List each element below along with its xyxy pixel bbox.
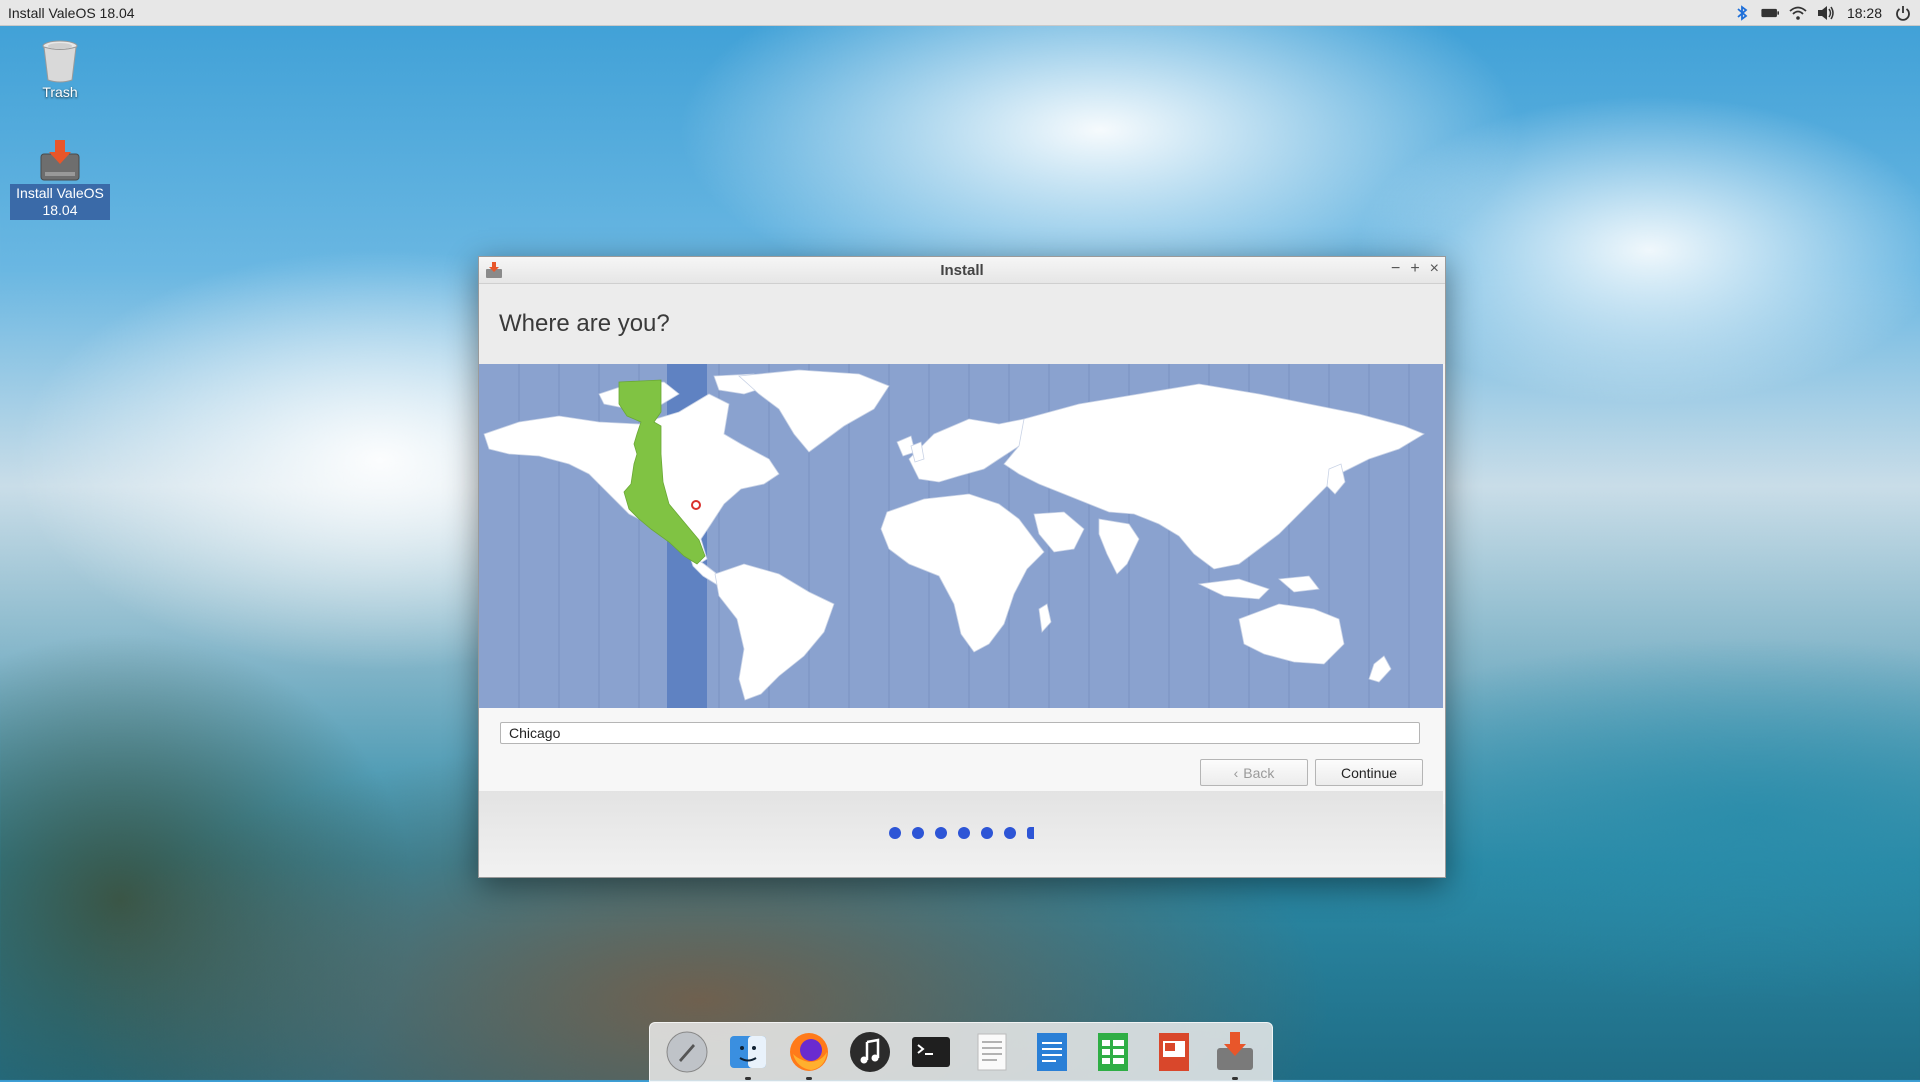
dock: [649, 1022, 1273, 1082]
chevron-left-icon: ‹: [1233, 764, 1239, 781]
continue-button[interactable]: Continue: [1315, 759, 1423, 786]
installer-window: Install − + × Where are you? Chicago ‹ B…: [478, 256, 1446, 878]
launchpad-icon[interactable]: [663, 1028, 711, 1076]
window-titlebar[interactable]: Install − + ×: [479, 257, 1445, 284]
trash-label: Trash: [42, 84, 78, 100]
back-button-label: Back: [1243, 764, 1275, 781]
install-progress: [479, 791, 1443, 875]
installer-icon[interactable]: [1211, 1028, 1259, 1080]
installer-label-line1: Install ValeOS: [16, 185, 104, 201]
window-title: Install: [940, 261, 984, 279]
location-input[interactable]: [500, 722, 1420, 744]
maximize-icon[interactable]: +: [1410, 260, 1419, 278]
firefox-icon[interactable]: [785, 1028, 833, 1080]
desktop-installer[interactable]: Install ValeOS 18.04: [8, 134, 112, 220]
progress-dot: [888, 827, 901, 839]
text-editor-icon[interactable]: [967, 1028, 1015, 1076]
timezone-map[interactable]: [479, 364, 1443, 708]
progress-dot: [980, 827, 993, 839]
chicago-marker: [691, 500, 701, 510]
top-panel: Install ValeOS 18.04 18:28: [0, 0, 1920, 26]
page-header: Where are you?: [479, 284, 1445, 364]
page-title: Where are you?: [499, 310, 670, 337]
writer-icon[interactable]: [1028, 1028, 1076, 1076]
progress-dot: [1003, 827, 1016, 839]
location-panel: ‹ Back Continue: [479, 708, 1445, 804]
installer-icon: [8, 134, 112, 182]
back-button[interactable]: ‹ Back: [1200, 759, 1308, 786]
bluetooth-icon[interactable]: [1733, 4, 1751, 22]
calc-icon[interactable]: [1089, 1028, 1137, 1076]
volume-icon[interactable]: [1817, 4, 1835, 22]
power-icon[interactable]: [1894, 4, 1912, 22]
finder-icon[interactable]: [724, 1028, 772, 1080]
minimize-icon[interactable]: −: [1391, 260, 1400, 278]
terminal-icon[interactable]: [907, 1028, 955, 1076]
music-icon[interactable]: [846, 1028, 894, 1076]
battery-icon[interactable]: [1761, 4, 1779, 22]
progress-dot: [934, 827, 947, 839]
window-controls: − + ×: [1391, 260, 1439, 278]
impress-icon[interactable]: [1150, 1028, 1198, 1076]
installer-small-icon: [485, 261, 503, 279]
desktop-trash[interactable]: Trash: [8, 34, 112, 101]
active-app-title: Install ValeOS 18.04: [8, 4, 135, 21]
wifi-icon[interactable]: [1789, 4, 1807, 22]
progress-dot: [957, 827, 970, 839]
installer-label-line2: 18.04: [42, 202, 78, 218]
continue-button-label: Continue: [1340, 764, 1398, 781]
clock[interactable]: 18:28: [1847, 5, 1882, 21]
trash-icon: [8, 34, 112, 84]
system-tray: 18:28: [1733, 4, 1912, 22]
progress-dot: [911, 827, 924, 839]
progress-dot-current: [1026, 827, 1034, 839]
close-icon[interactable]: ×: [1430, 260, 1439, 278]
